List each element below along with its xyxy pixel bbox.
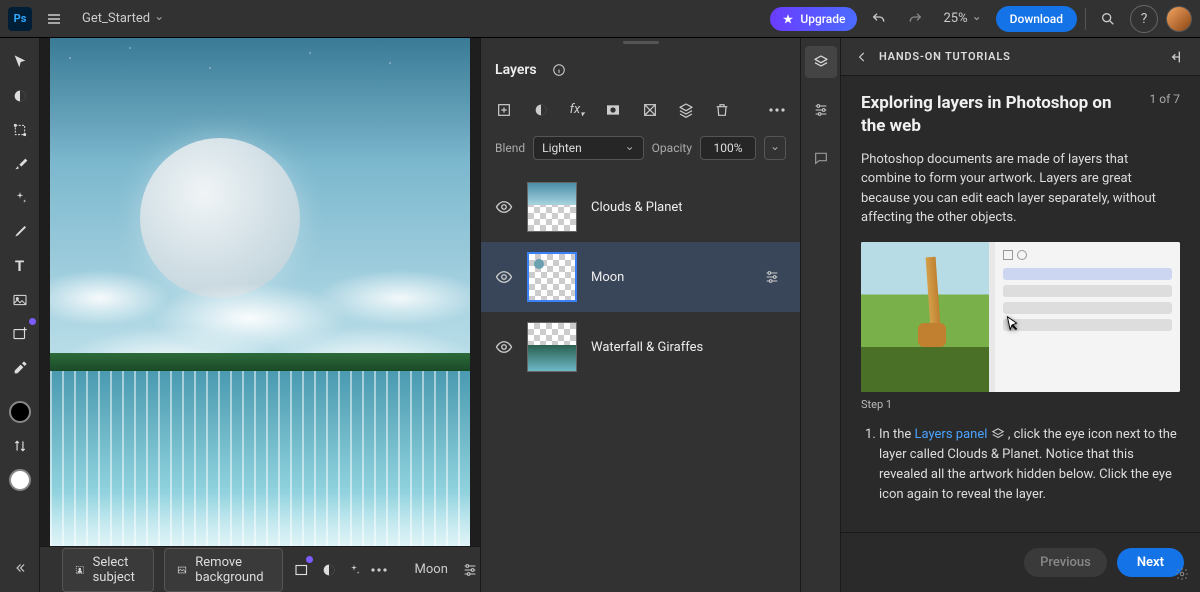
user-avatar[interactable] <box>1166 6 1192 32</box>
previous-button: Previous <box>1024 548 1107 577</box>
visibility-toggle[interactable] <box>495 268 513 286</box>
gen-fill-icon[interactable] <box>293 558 311 582</box>
tutorial-description: Photoshop documents are made of layers t… <box>861 150 1180 228</box>
layer-row[interactable]: Clouds & Planet <box>481 172 800 242</box>
layer-name: Moon <box>591 270 744 285</box>
collapse-panel-icon[interactable] <box>1170 49 1186 65</box>
blend-label: Blend <box>495 141 525 155</box>
info-icon[interactable] <box>545 56 573 84</box>
expand-toolbar[interactable] <box>4 552 36 584</box>
crop-tool[interactable] <box>4 114 36 146</box>
chevron-down-icon <box>972 11 982 26</box>
panel-drag-handle[interactable] <box>481 38 800 46</box>
layer-options-icon[interactable] <box>758 263 786 291</box>
context-layer-label: Moon <box>415 562 448 577</box>
background-color[interactable] <box>4 464 36 496</box>
layer-row[interactable]: Waterfall & Giraffes <box>481 312 800 382</box>
opacity-dropdown[interactable] <box>764 136 786 160</box>
tutorial-back-button[interactable] <box>855 50 869 64</box>
layers-panel-link[interactable]: Layers panel <box>914 427 987 442</box>
tutorial-header-label: HANDS-ON TUTORIALS <box>879 50 1011 63</box>
place-image-tool[interactable] <box>4 284 36 316</box>
chevron-down-icon <box>625 141 635 155</box>
top-bar: Ps Get_Started Upgrade 25% Download ? <box>0 0 1200 38</box>
layer-row[interactable]: Moon <box>481 242 800 312</box>
foreground-color[interactable] <box>4 396 36 428</box>
trash-icon[interactable] <box>713 100 731 120</box>
visibility-toggle[interactable] <box>495 198 513 216</box>
zoom-dropdown[interactable]: 25% <box>937 7 987 30</box>
layer-list: Clouds & Planet Moon Waterfall & Giraffe… <box>481 172 800 592</box>
undo-button[interactable] <box>865 5 893 33</box>
add-object-tool[interactable] <box>4 318 36 350</box>
frame-icon[interactable] <box>641 100 659 120</box>
cursor-icon <box>1001 314 1023 336</box>
app-logo[interactable]: Ps <box>8 7 32 31</box>
layers-panel-title: Layers <box>495 62 537 78</box>
type-tool[interactable]: T <box>4 250 36 282</box>
sparkle-icon[interactable] <box>347 558 361 582</box>
layer-thumbnail[interactable] <box>527 252 577 302</box>
tutorial-figure <box>861 242 1180 392</box>
figure-caption: Step 1 <box>861 398 1180 411</box>
upgrade-button[interactable]: Upgrade <box>770 7 857 31</box>
more-icon[interactable] <box>371 558 387 582</box>
search-icon[interactable] <box>1094 5 1122 33</box>
properties-rail-icon[interactable] <box>805 94 837 126</box>
right-rail <box>800 38 840 592</box>
mask-icon[interactable] <box>604 100 622 120</box>
layer-name: Waterfall & Giraffes <box>591 340 786 355</box>
adjustment-tool[interactable] <box>4 80 36 112</box>
opacity-input[interactable]: 100% <box>700 136 756 160</box>
document-title-dropdown[interactable]: Get_Started <box>76 7 170 30</box>
layer-name: Clouds & Planet <box>591 200 786 215</box>
redo-button[interactable] <box>901 5 929 33</box>
document-canvas[interactable] <box>50 38 470 546</box>
new-layer-icon[interactable] <box>495 100 513 120</box>
hamburger-icon[interactable] <box>40 5 68 33</box>
opacity-label: Opacity <box>652 141 692 155</box>
comments-rail-icon[interactable] <box>805 142 837 174</box>
layers-stack-icon[interactable] <box>677 100 695 120</box>
layer-properties-icon[interactable] <box>458 558 480 582</box>
tutorial-instruction: In the Layers panel , click the eye icon… <box>879 425 1180 506</box>
tutorial-panel: HANDS-ON TUTORIALS Exploring layers in P… <box>840 38 1200 592</box>
more-options-icon[interactable] <box>768 100 786 120</box>
context-bar: Select subject Remove background Moon <box>40 546 480 592</box>
adjustment-icon[interactable] <box>321 558 337 582</box>
step-counter: 1 of 7 <box>1150 92 1180 138</box>
settings-gear-icon[interactable] <box>1168 560 1196 588</box>
left-toolbar: T <box>0 38 40 592</box>
fx-icon[interactable]: fx▾ <box>568 100 586 120</box>
layers-rail-icon[interactable] <box>805 46 837 78</box>
adjustment-layer-icon[interactable] <box>531 100 549 120</box>
blend-mode-select[interactable]: Lighten <box>533 136 644 160</box>
paint-tool[interactable] <box>4 216 36 248</box>
tutorial-title: Exploring layers in Photoshop on the web <box>861 92 1138 138</box>
layer-thumbnail[interactable] <box>527 182 577 232</box>
canvas-area: Select subject Remove background Moon <box>40 38 480 592</box>
generative-tool[interactable] <box>4 182 36 214</box>
remove-background-button[interactable]: Remove background <box>164 548 282 592</box>
select-subject-button[interactable]: Select subject <box>62 548 154 592</box>
layers-panel: Layers fx▾ Blend Lighten Opacity 100% <box>480 38 800 592</box>
brush-tool[interactable] <box>4 148 36 180</box>
chevron-down-icon <box>154 11 164 26</box>
help-button[interactable]: ? <box>1130 5 1158 33</box>
download-button[interactable]: Download <box>996 6 1077 32</box>
eyedropper-tool[interactable] <box>4 352 36 384</box>
swap-colors[interactable] <box>4 430 36 462</box>
move-tool[interactable] <box>4 46 36 78</box>
visibility-toggle[interactable] <box>495 338 513 356</box>
layer-thumbnail[interactable] <box>527 322 577 372</box>
document-title: Get_Started <box>82 11 150 26</box>
